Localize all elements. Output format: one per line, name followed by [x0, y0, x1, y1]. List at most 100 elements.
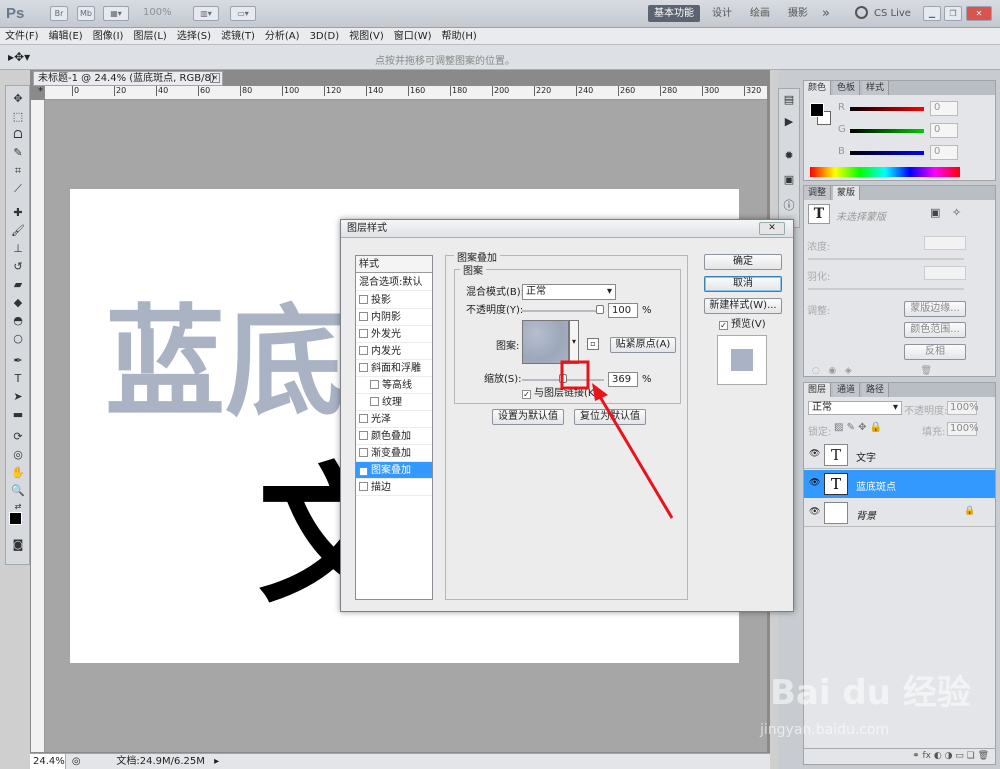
menu-filter[interactable]: 滤镜(T) — [216, 28, 260, 45]
foreground-color-swatch[interactable] — [9, 512, 22, 525]
checkbox-checked-icon[interactable]: ✓ — [522, 390, 531, 399]
style-checkbox[interactable] — [370, 380, 379, 389]
paint-bucket-icon[interactable]: ◆ — [10, 296, 26, 310]
close-window-icon[interactable]: ✕ — [966, 6, 992, 21]
tab-channels[interactable]: 通道 — [833, 383, 861, 397]
workspace-basic[interactable]: 基本功能 — [648, 5, 700, 22]
eye-icon[interactable]: 👁 — [809, 449, 820, 459]
fg-color-chip[interactable] — [810, 103, 824, 117]
opacity-field[interactable]: 100 — [608, 303, 638, 318]
opacity-field[interactable]: 100% — [947, 401, 979, 415]
3d-orbit-icon[interactable]: ◎ — [10, 448, 26, 462]
style-item[interactable]: ✓ 图案叠加 — [356, 462, 432, 479]
tab-styles[interactable]: 样式 — [862, 81, 890, 95]
tab-swatches[interactable]: 色板 — [833, 81, 861, 95]
style-item[interactable]: 纹理 — [356, 394, 432, 411]
eye-icon[interactable]: 👁 — [809, 507, 820, 517]
lock-icons[interactable]: ▨ ✎ ✥ 🔒 — [834, 422, 882, 433]
style-checkbox[interactable] — [359, 448, 368, 457]
style-checkbox[interactable] — [359, 431, 368, 440]
tab-paths[interactable]: 路径 — [862, 383, 890, 397]
actions-panel-icon[interactable]: ▶ — [781, 115, 797, 129]
menu-file[interactable]: 文件(F) — [0, 28, 44, 45]
style-item[interactable]: 光泽 — [356, 411, 432, 428]
menu-analysis[interactable]: 分析(A) — [260, 28, 305, 45]
style-item[interactable]: 投影 — [356, 292, 432, 309]
info-panel-icon[interactable]: ⓘ — [781, 199, 797, 213]
crop-tool-icon[interactable]: ⌗ — [10, 164, 26, 178]
close-document-icon[interactable]: ✕ — [210, 73, 220, 83]
status-menu-arrow-icon[interactable]: ▸ — [214, 756, 219, 767]
density-slider[interactable] — [808, 258, 964, 260]
style-checkbox[interactable] — [359, 312, 368, 321]
menu-window[interactable]: 窗口(W) — [389, 28, 437, 45]
blur-tool-icon[interactable]: ◓ — [10, 314, 26, 328]
checkbox-checked-icon[interactable]: ✓ — [719, 321, 728, 330]
layer-name[interactable]: 蓝底斑点 — [856, 478, 896, 493]
style-list-header[interactable]: 样式 — [356, 256, 432, 273]
healing-brush-icon[interactable]: ✚ — [10, 206, 26, 220]
pixel-mask-icon[interactable]: ▣ — [930, 206, 940, 219]
document-tab[interactable]: 未标题-1 @ 24.4% (蓝底斑点, RGB/8) * ✕ — [33, 71, 223, 97]
color-range-button[interactable]: 颜色范围... — [904, 322, 966, 338]
menu-help[interactable]: 帮助(H) — [437, 28, 482, 45]
layer-name[interactable]: 背景 — [856, 507, 876, 522]
dialog-close-button[interactable]: ✕ — [759, 222, 785, 235]
shape-tool-icon[interactable]: ▬ — [10, 408, 26, 422]
new-style-button[interactable]: 新建样式(W)... — [704, 298, 782, 314]
more-workspaces-button[interactable]: » — [816, 5, 836, 22]
path-select-icon[interactable]: ➤ — [10, 390, 26, 404]
tab-adjustments[interactable]: 调整 — [804, 186, 832, 200]
style-item[interactable]: 颜色叠加 — [356, 428, 432, 445]
move-tool-preset-icon[interactable]: ▸✥▾ — [8, 50, 30, 64]
workspace-painting[interactable]: 绘画 — [744, 5, 776, 22]
clone-source-icon[interactable]: ▣ — [781, 173, 797, 187]
tab-layers[interactable]: 图层 — [804, 383, 832, 397]
feather-field[interactable] — [924, 266, 966, 280]
density-field[interactable] — [924, 236, 966, 250]
feather-slider[interactable] — [808, 288, 964, 290]
cancel-button[interactable]: 取消 — [704, 276, 782, 292]
channel-g-value[interactable]: 0 — [930, 123, 958, 138]
3d-rotate-icon[interactable]: ⟳ — [10, 430, 26, 444]
style-checkbox[interactable] — [359, 295, 368, 304]
brush-panel-icon[interactable]: ✹ — [781, 149, 797, 163]
restore-icon[interactable]: ❐ — [944, 6, 962, 21]
style-item[interactable]: 内阴影 — [356, 309, 432, 326]
layers-footer-icons[interactable]: ⚭ fx ◐ ◑ ▭ ❏ 🗑 — [804, 748, 995, 764]
channel-r-slider[interactable] — [850, 107, 924, 111]
preview-checkbox[interactable]: ✓ 预览(V) — [719, 318, 766, 332]
channel-b-value[interactable]: 0 — [930, 145, 958, 160]
style-item[interactable]: 内发光 — [356, 343, 432, 360]
style-item[interactable]: 等高线 — [356, 377, 432, 394]
cs-live-button[interactable]: CS Live — [868, 5, 917, 22]
blend-mode-select[interactable]: 正常 ▾ — [808, 401, 902, 415]
zoom-tool-icon[interactable]: 🔍 — [10, 484, 26, 498]
new-preset-icon[interactable]: ▫ — [587, 338, 599, 350]
move-tool-icon[interactable]: ✥ — [10, 92, 26, 106]
opacity-slider-thumb[interactable] — [596, 305, 604, 314]
menu-image[interactable]: 图像(I) — [88, 28, 129, 45]
layer-row-background[interactable]: 👁 背景 🔒 — [804, 499, 995, 527]
screen-mode-icon[interactable]: ▭▾ — [230, 6, 256, 21]
history-panel-icon[interactable]: ▤ — [781, 93, 797, 107]
style-checkbox[interactable] — [359, 363, 368, 372]
style-checkbox[interactable] — [359, 346, 368, 355]
color-spectrum-bar[interactable] — [810, 167, 960, 177]
style-checkbox[interactable] — [359, 414, 368, 423]
style-item[interactable]: 渐变叠加 — [356, 445, 432, 462]
arrange-documents-icon[interactable]: ▥▾ — [193, 6, 219, 21]
view-extras-icon[interactable]: ▦▾ — [103, 6, 129, 21]
menu-3d[interactable]: 3D(D) — [305, 28, 345, 45]
eyedropper-tool-icon[interactable]: ⟋ — [10, 182, 26, 196]
blend-options-item[interactable]: 混合选项:默认 — [356, 274, 432, 291]
mask-edge-button[interactable]: 蒙版边缘... — [904, 301, 966, 317]
clone-stamp-icon[interactable]: ⊥ — [10, 242, 26, 256]
tab-color[interactable]: 颜色 — [804, 81, 832, 95]
hand-tool-icon[interactable]: ✋ — [10, 466, 26, 480]
menu-edit[interactable]: 编辑(E) — [44, 28, 88, 45]
lasso-tool-icon[interactable]: ᗝ — [10, 128, 26, 142]
menu-view[interactable]: 视图(V) — [344, 28, 389, 45]
history-brush-icon[interactable]: ↺ — [10, 260, 26, 274]
workspace-design[interactable]: 设计 — [706, 5, 738, 22]
